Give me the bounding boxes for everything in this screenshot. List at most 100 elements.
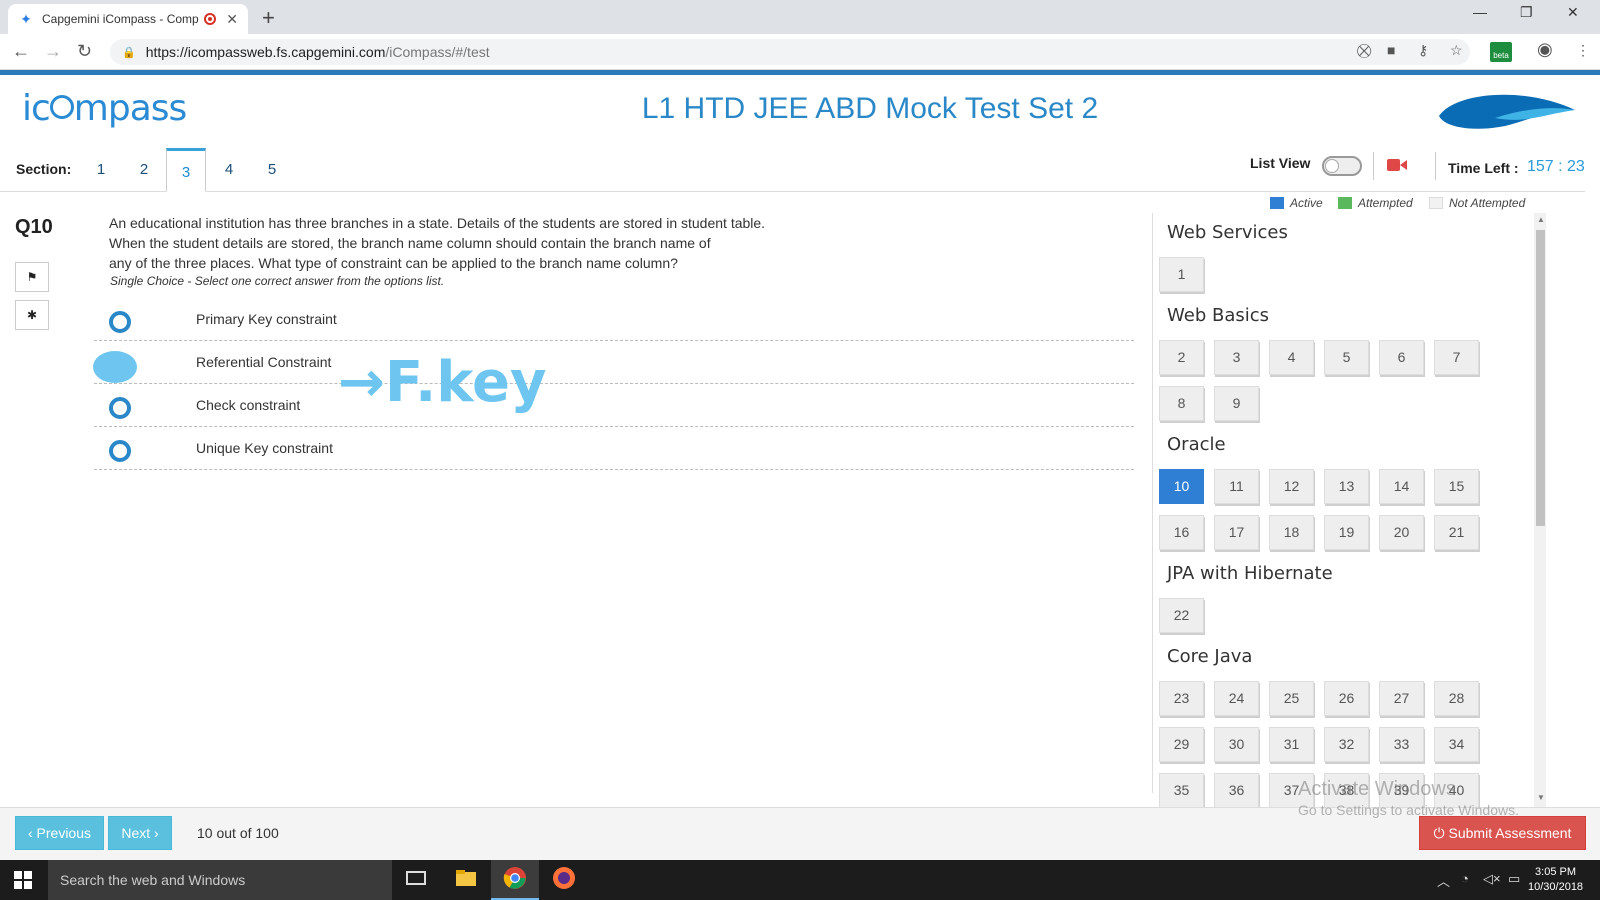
forward-icon[interactable]: → <box>44 41 62 62</box>
key-icon[interactable]: ⚷ <box>1418 42 1428 59</box>
question-nav-button[interactable]: 12 <box>1269 469 1314 504</box>
question-nav-button[interactable]: 9 <box>1214 386 1259 421</box>
list-view-toggle[interactable] <box>1322 156 1362 176</box>
submit-assessment-button[interactable]: ⏻ Submit Assessment <box>1419 816 1586 850</box>
question-nav-button[interactable]: 6 <box>1379 340 1424 375</box>
browser-tab[interactable]: ✦ Capgemini iCompass - Comp ✕ <box>8 4 248 34</box>
radio-button[interactable] <box>109 440 131 462</box>
question-nav-button[interactable]: 4 <box>1269 340 1314 375</box>
question-nav-button[interactable]: 3 <box>1214 340 1259 375</box>
address-bar: ← → ↻ 🔒 https://icompassweb.fs.capgemini… <box>0 34 1600 70</box>
recording-icon <box>204 13 217 25</box>
logo-text-right: mpass <box>73 88 187 129</box>
taskbar-clock[interactable]: 3:05 PM 10/30/2018 <box>1528 865 1583 895</box>
activate-windows-watermark: Activate Windows <box>1298 778 1456 800</box>
question-nav-button[interactable]: 1 <box>1159 257 1204 292</box>
wifi-icon[interactable]: ◔ <box>1461 871 1469 886</box>
question-nav-button[interactable]: 14 <box>1379 469 1424 504</box>
menu-icon[interactable]: ⋮ <box>1576 42 1590 59</box>
scroll-down-icon[interactable]: ▼ <box>1537 793 1545 802</box>
extension-beta-icon[interactable]: beta <box>1490 42 1512 62</box>
scroll-up-icon[interactable]: ▲ <box>1537 215 1545 224</box>
question-hint: Single Choice - Select one correct answe… <box>110 274 445 288</box>
question-nav-button[interactable]: 32 <box>1324 727 1369 762</box>
list-view-label: List View <box>1250 155 1311 171</box>
question-nav-button[interactable]: 23 <box>1159 681 1204 716</box>
question-nav-button[interactable]: 30 <box>1214 727 1259 762</box>
question-nav-button[interactable]: 28 <box>1434 681 1479 716</box>
section-tab-3[interactable]: 3 <box>166 148 206 192</box>
question-nav-button[interactable]: 25 <box>1269 681 1314 716</box>
question-nav-button[interactable]: 20 <box>1379 515 1424 550</box>
question-nav-button[interactable]: 24 <box>1214 681 1259 716</box>
tab-title: Capgemini iCompass - Comp <box>42 12 199 26</box>
time-left-value: 157 : 23 <box>1527 158 1585 175</box>
palette-scroll-thumb[interactable] <box>1536 230 1545 526</box>
bookmark-star-icon[interactable]: ☆ <box>1450 42 1463 59</box>
tab-close-icon[interactable]: ✕ <box>226 11 238 28</box>
volume-muted-icon[interactable]: ◁× <box>1483 871 1501 887</box>
chrome-icon[interactable] <box>503 866 527 890</box>
radio-button[interactable] <box>109 311 131 333</box>
profile-icon[interactable]: ◉ <box>1537 39 1553 60</box>
window-close-icon[interactable]: ✕ <box>1567 4 1579 21</box>
question-nav-button[interactable]: 16 <box>1159 515 1204 550</box>
new-tab-button[interactable]: + <box>262 5 275 31</box>
url-field[interactable]: 🔒 https://icompassweb.fs.capgemini.com/i… <box>110 39 1470 65</box>
question-nav-button[interactable]: 13 <box>1324 469 1369 504</box>
question-nav-button[interactable]: 17 <box>1214 515 1259 550</box>
question-nav-button[interactable]: 21 <box>1434 515 1479 550</box>
question-nav-button[interactable]: 15 <box>1434 469 1479 504</box>
question-nav-button[interactable]: 18 <box>1269 515 1314 550</box>
legend-attempted-swatch <box>1338 197 1352 209</box>
tray-chevron-icon[interactable]: ︿ <box>1437 871 1450 890</box>
option-item[interactable]: Unique Key constraint <box>94 427 1134 470</box>
flag-button[interactable]: ⚑ <box>15 262 49 292</box>
notifications-icon[interactable]: ▭ <box>1508 871 1520 887</box>
next-button[interactable]: Next › <box>108 816 172 850</box>
flag-icon: ⚑ <box>26 270 38 284</box>
question-nav-button[interactable]: 19 <box>1324 515 1369 550</box>
section-tab-1[interactable]: 1 <box>81 148 121 192</box>
question-nav-button[interactable]: 2 <box>1159 340 1204 375</box>
question-nav-button[interactable]: 11 <box>1214 469 1259 504</box>
site-blocked-icon[interactable]: ⛒ <box>1357 42 1371 59</box>
task-view-icon[interactable] <box>404 866 428 890</box>
section-tab-5[interactable]: 5 <box>252 148 292 192</box>
question-nav-button[interactable]: 22 <box>1159 598 1204 633</box>
maximize-icon[interactable]: ❐ <box>1520 4 1533 21</box>
minimize-icon[interactable]: — <box>1473 4 1487 20</box>
question-counter: 10 out of 100 <box>197 825 279 841</box>
section-tab-4[interactable]: 4 <box>209 148 249 192</box>
group-title: Core Java <box>1167 646 1253 667</box>
question-line: any of the three places. What type of co… <box>109 255 678 271</box>
section-tab-2[interactable]: 2 <box>124 148 164 192</box>
question-nav-button[interactable]: 27 <box>1379 681 1424 716</box>
url-path: /iCompass/#/test <box>385 44 490 60</box>
reload-icon[interactable]: ↻ <box>77 41 92 62</box>
option-item[interactable]: Primary Key constraint <box>94 298 1134 341</box>
question-nav-button[interactable]: 36 <box>1214 773 1259 808</box>
question-nav-button[interactable]: 5 <box>1324 340 1369 375</box>
taskbar-search[interactable]: Search the web and Windows <box>48 860 392 900</box>
question-nav-button[interactable]: 33 <box>1379 727 1424 762</box>
question-nav-button[interactable]: 10 <box>1159 469 1204 504</box>
question-nav-button[interactable]: 7 <box>1434 340 1479 375</box>
question-nav-button[interactable]: 29 <box>1159 727 1204 762</box>
camera-icon[interactable]: ■ <box>1387 42 1395 58</box>
option-label: Primary Key constraint <box>196 311 337 327</box>
question-nav-button[interactable]: 8 <box>1159 386 1204 421</box>
question-line: When the student details are stored, the… <box>109 235 711 251</box>
question-nav-button[interactable]: 35 <box>1159 773 1204 808</box>
report-bug-button[interactable]: ✱ <box>15 300 49 330</box>
question-nav-button[interactable]: 34 <box>1434 727 1479 762</box>
file-explorer-icon[interactable] <box>454 866 478 890</box>
previous-button[interactable]: ‹ Previous <box>15 816 104 850</box>
firefox-icon[interactable] <box>552 866 576 890</box>
question-nav-button[interactable]: 31 <box>1269 727 1314 762</box>
handwritten-annotation-text: →F.key <box>338 350 546 415</box>
windows-start-icon[interactable] <box>14 871 32 889</box>
back-icon[interactable]: ← <box>12 41 30 62</box>
option-label: Unique Key constraint <box>196 440 333 456</box>
question-nav-button[interactable]: 26 <box>1324 681 1369 716</box>
